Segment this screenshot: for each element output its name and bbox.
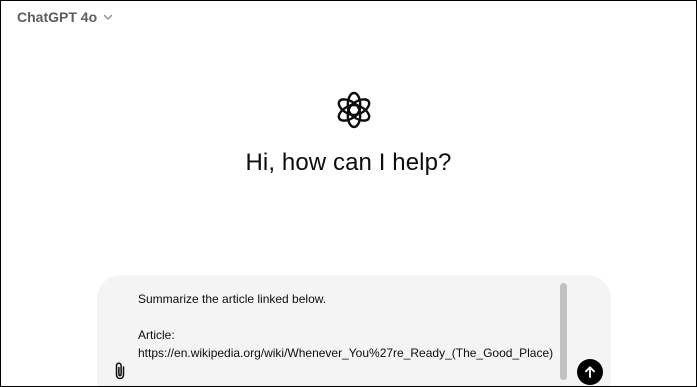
- model-selector[interactable]: ChatGPT 4o: [17, 9, 113, 25]
- send-button[interactable]: [577, 359, 603, 385]
- chevron-down-icon: [103, 14, 113, 20]
- paperclip-icon[interactable]: [111, 361, 129, 381]
- prompt-composer: Summarize the article linked below. Arti…: [97, 275, 611, 386]
- arrow-up-icon: [585, 366, 595, 378]
- openai-logo-icon: [337, 91, 371, 129]
- composer-scrollbar[interactable]: [560, 283, 567, 380]
- prompt-input[interactable]: Summarize the article linked below. Arti…: [138, 290, 558, 362]
- greeting-heading: Hi, how can I help?: [245, 149, 452, 176]
- model-name: ChatGPT 4o: [17, 9, 98, 25]
- app-window: ChatGPT 4o Hi, how can I help? Summarize…: [0, 0, 697, 387]
